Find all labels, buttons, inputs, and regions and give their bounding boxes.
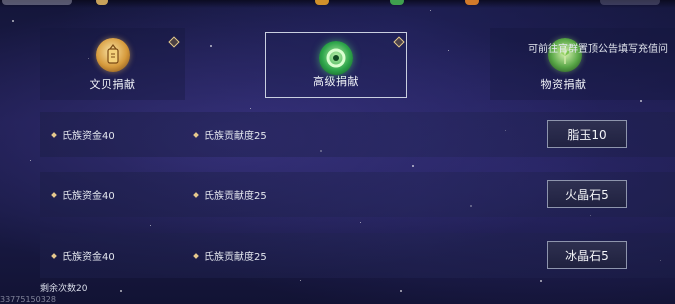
donate-button[interactable]: 火晶石5 [547,180,627,208]
top-status-strip [0,0,675,8]
bullet-diamond-icon [193,131,199,138]
tab-wenbei-donate[interactable]: 文贝捐献 [40,28,185,100]
reward-text: 氏族资金40 [62,191,115,202]
reward-clan-contribution: 氏族贡献度25 [193,112,267,157]
tab-label: 物资捐献 [540,78,587,91]
reward-text: 氏族贡献度25 [204,191,267,202]
tab-label: 文贝捐献 [89,78,136,91]
reward-clan-funds: 氏族资金40 [51,112,115,157]
jade-ring-icon [319,41,353,75]
reward-text: 氏族贡献度25 [204,131,267,142]
donate-row: 氏族资金40 氏族贡献度25 火晶石5 [40,172,675,217]
reward-text: 氏族资金40 [62,131,115,142]
bullet-diamond-icon [193,252,199,259]
bullet-diamond-icon [51,252,57,259]
reward-clan-contribution: 氏族贡献度25 [193,172,267,217]
user-id-watermark: 33775150328 [0,295,56,304]
reward-text: 氏族资金40 [62,252,115,263]
tab-material-donate[interactable]: 物资捐献 [490,28,675,100]
donate-button[interactable]: 脂玉10 [547,120,627,148]
reward-clan-funds: 氏族资金40 [51,172,115,217]
reward-text: 氏族贡献度25 [204,252,267,263]
remaining-count: 剩余次数20 [40,284,88,294]
notice-text: 可前往官群置顶公告填写充值问 [528,44,668,55]
bullet-diamond-icon [51,191,57,198]
donate-row: 氏族资金40 氏族贡献度25 脂玉10 [40,112,675,157]
reward-clan-funds: 氏族资金40 [51,233,115,278]
bullet-diamond-icon [193,191,199,198]
donate-row: 氏族资金40 氏族贡献度25 冰晶石5 [40,233,675,278]
tab-advanced-donate[interactable]: 高级捐献 [265,32,407,98]
bullet-diamond-icon [51,131,57,138]
tab-label: 高级捐献 [313,75,359,88]
coin-pouch-icon [95,38,130,72]
donate-button[interactable]: 冰晶石5 [547,241,627,269]
reward-clan-contribution: 氏族贡献度25 [193,233,267,278]
